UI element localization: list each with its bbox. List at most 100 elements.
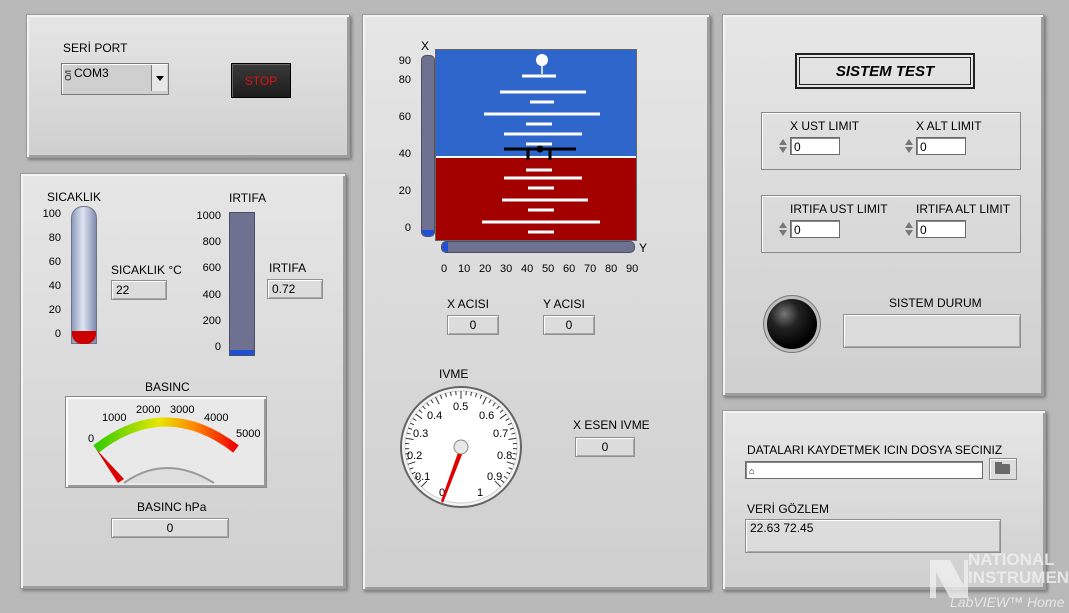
- irtifa-tick: 800: [202, 236, 221, 248]
- thermometer: [71, 206, 97, 350]
- irtifa-readout: 0.72: [267, 279, 323, 299]
- ivme-tick-label: 0.9: [487, 471, 502, 483]
- sistem-durum-label: SISTEM DURUM: [889, 296, 982, 310]
- veri-gozlem-label: VERİ GÖZLEM: [747, 502, 830, 516]
- sicaklik-ticks: 100 80 60 40 20 0: [35, 208, 69, 344]
- x-tick: 80: [398, 74, 411, 86]
- basinc-arc: [93, 417, 239, 453]
- chevron-down-icon[interactable]: [151, 65, 167, 91]
- irtifa-alt-limit-label: IRTIFA ALT LIMIT: [916, 202, 1011, 216]
- folder-icon: [995, 464, 1010, 474]
- y-tick: 10: [458, 263, 471, 275]
- sicaklik-tick: 80: [48, 232, 61, 244]
- y-angle-slider-fill: [442, 242, 448, 252]
- sistem-durum-value: [843, 314, 1021, 348]
- x-acisi-value: 0: [447, 315, 499, 335]
- ivme-tick-mark: [512, 453, 517, 455]
- stop-button-label: STOP: [244, 74, 278, 88]
- irtifa-ust-limit-input[interactable]: 0: [790, 220, 840, 238]
- basinc-title: BASINC: [145, 380, 190, 394]
- attitude-panel: X 90 80 60 40 20 0 Y 0 10 20 30 40 50 60…: [362, 14, 710, 590]
- sicaklik-readout: 22: [111, 280, 167, 300]
- basinc-scale-label: 0: [88, 433, 94, 445]
- x-tick: 90: [398, 55, 411, 67]
- file-select-label: DATALARI KAYDETMEK ICIN DOSYA SECINIZ: [747, 443, 1003, 457]
- ivme-dial-svg: 0 0.1 0.2 0.3 0.4 0.5 0.6 0.7 0.8 0.9 1: [400, 386, 522, 508]
- sistem-title: SISTEM TEST: [835, 63, 935, 80]
- y-tick: 30: [500, 263, 513, 275]
- irtifa-title: IRTIFA: [229, 191, 267, 205]
- horizon-svg: [436, 50, 636, 240]
- serial-port-label: SERİ PORT: [63, 41, 128, 55]
- sicaklik-title: SICAKLIK: [47, 190, 102, 204]
- sicaklik-tick: 60: [48, 256, 61, 268]
- ivme-tick-label: 0.6: [479, 410, 494, 422]
- y-tick: 40: [521, 263, 534, 275]
- x-tick: 20: [398, 185, 411, 197]
- irtifa-alt-spinner-icon[interactable]: [904, 220, 914, 240]
- x-alt-limit-input[interactable]: 0: [916, 137, 966, 155]
- y-acisi-value: 0: [543, 315, 595, 335]
- ivme-tick-label: 0.7: [493, 428, 508, 440]
- y-tick: 0: [441, 263, 448, 275]
- x-alt-spinner-icon[interactable]: [904, 137, 914, 157]
- brand-line1: NATIONAL: [968, 550, 1055, 569]
- y-tick: 70: [584, 263, 597, 275]
- file-path-input[interactable]: ⌂: [745, 461, 983, 479]
- basinc-needle: [96, 449, 124, 483]
- basinc-dial: 0 1000 2000 3000 4000 5000: [88, 404, 260, 484]
- basinc-scale-label: 1000: [102, 412, 126, 424]
- irtifa-tick: 0: [214, 341, 221, 353]
- irtifa-tank: [229, 212, 255, 356]
- x-esen-ivme-value: 0: [575, 437, 635, 457]
- basinc-readout-label: BASINC hPa: [137, 500, 207, 514]
- serial-port-value: COM3: [74, 66, 109, 80]
- x-limit-group: X UST LIMIT 0 X ALT LIMIT 0: [761, 112, 1021, 170]
- sky-pointer-icon: [536, 54, 548, 66]
- ivme-tick-label: 1: [477, 487, 483, 499]
- ivme-title: IVME: [439, 367, 469, 381]
- basinc-inner-arc: [123, 467, 215, 484]
- irtifa-ust-spinner-icon[interactable]: [778, 220, 788, 240]
- x-angle-slider-fill: [422, 230, 434, 236]
- irtifa-limit-group: IRTIFA UST LIMIT 0 IRTIFA ALT LIMIT 0: [761, 195, 1021, 253]
- sicaklik-tick: 40: [48, 280, 61, 292]
- irtifa-tick: 1000: [196, 210, 221, 222]
- brand-line2: INSTRUMENTS: [968, 568, 1069, 587]
- irtifa-ticks: 1000 800 600 400 200 0: [189, 210, 225, 353]
- x-ust-spinner-icon[interactable]: [778, 137, 788, 157]
- stop-button[interactable]: STOP: [231, 63, 291, 98]
- io-prefix-icon: I/O: [63, 70, 72, 81]
- thermometer-tube: [71, 206, 97, 344]
- irtifa-tank-fill: [230, 350, 254, 355]
- irtifa-tick: 400: [202, 289, 221, 301]
- x-ust-limit-input[interactable]: 0: [790, 137, 840, 155]
- y-angle-slider[interactable]: [441, 241, 635, 253]
- sistem-led: [767, 299, 817, 349]
- sicaklik-tick: 100: [42, 208, 61, 220]
- x-tick: 0: [404, 222, 411, 234]
- irtifa-alt-limit-input[interactable]: 0: [916, 220, 966, 238]
- x-angle-slider[interactable]: [421, 55, 435, 237]
- basinc-scale-label: 3000: [170, 404, 194, 416]
- y-acisi-label: Y ACISI: [543, 297, 585, 311]
- ivme-dial: 0 0.1 0.2 0.3 0.4 0.5 0.6 0.7 0.8 0.9 1: [399, 385, 523, 509]
- x-axis-label: X: [421, 39, 430, 53]
- basinc-gauge: 0 1000 2000 3000 4000 5000: [65, 396, 267, 488]
- y-tick: 80: [605, 263, 618, 275]
- y-tick: 20: [479, 263, 492, 275]
- serial-port-select[interactable]: I/O COM3: [61, 63, 169, 95]
- ivme-pivot: [453, 439, 469, 455]
- x-alt-limit-label: X ALT LIMIT: [916, 119, 982, 133]
- ivme-tick-label: 0.4: [427, 410, 442, 422]
- serial-panel: SERİ PORT I/O COM3 STOP: [26, 14, 350, 158]
- sicaklik-readout-label: SICAKLIK °C: [111, 263, 182, 277]
- x-esen-ivme-label: X ESEN IVME: [573, 418, 650, 432]
- y-ticks: 0 10 20 30 40 50 60 70 80 90: [441, 263, 641, 277]
- path-icon: ⌂: [749, 466, 755, 476]
- sensor-panel: SICAKLIK 100 80 60 40 20 0 SICAKLIK °C 2…: [20, 173, 346, 589]
- sistem-title-box: SISTEM TEST: [795, 53, 975, 89]
- ivme-tick-label: 0.5: [453, 401, 468, 413]
- x-tick: 40: [398, 148, 411, 160]
- browse-folder-button[interactable]: [989, 458, 1017, 480]
